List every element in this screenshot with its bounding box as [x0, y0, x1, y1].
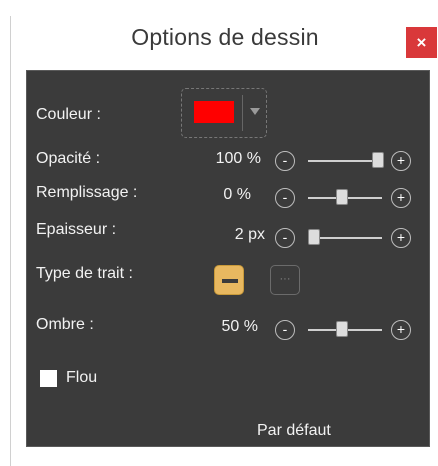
solid-stroke-button[interactable] — [214, 265, 244, 295]
blur-checkbox[interactable] — [40, 370, 57, 387]
opacity-decrease-button[interactable]: - — [275, 151, 295, 171]
top-strip — [0, 0, 438, 6]
thickness-decrease-button[interactable]: - — [275, 228, 295, 248]
title-bar: Options de dessin × — [11, 16, 438, 70]
dropdown-divider — [242, 95, 243, 131]
window-title: Options de dessin — [131, 24, 319, 50]
shadow-decrease-button[interactable]: - — [275, 320, 295, 340]
color-swatch — [194, 101, 234, 123]
dashed-stroke-button[interactable]: ··· — [270, 265, 300, 295]
thickness-value: 2 px — [234, 226, 265, 243]
chevron-down-icon[interactable] — [250, 108, 260, 115]
fill-slider-thumb[interactable] — [336, 189, 348, 205]
close-icon: × — [416, 33, 427, 52]
close-button[interactable]: × — [406, 27, 437, 58]
default-button[interactable]: Par défaut — [257, 422, 331, 440]
thickness-label: Epaisseur : — [36, 221, 117, 238]
stroke-type-label: Type de trait : — [36, 265, 133, 282]
shadow-slider-thumb[interactable] — [336, 321, 348, 337]
shadow-label: Ombre : — [36, 316, 94, 333]
shadow-value: 50 % — [221, 318, 258, 335]
thickness-slider-thumb[interactable] — [308, 229, 320, 245]
opacity-value: 100 % — [215, 150, 261, 167]
solid-line-icon — [222, 279, 238, 283]
color-picker[interactable] — [181, 88, 267, 138]
opacity-slider-thumb[interactable] — [372, 152, 384, 168]
opacity-label: Opacité : — [36, 150, 101, 167]
fill-decrease-button[interactable]: - — [275, 188, 295, 208]
color-label-text: Couleur : — [36, 106, 101, 123]
dashed-line-icon: ··· — [279, 273, 291, 285]
fill-label: Remplissage : — [36, 184, 138, 201]
opacity-increase-button[interactable]: + — [391, 151, 411, 171]
color-label: Couleur : — [36, 106, 101, 124]
opacity-slider-track[interactable] — [308, 160, 382, 162]
fill-increase-button[interactable]: + — [391, 188, 411, 208]
fill-value: 0 % — [223, 186, 251, 203]
shadow-increase-button[interactable]: + — [391, 320, 411, 340]
thickness-increase-button[interactable]: + — [391, 228, 411, 248]
blur-label: Flou — [66, 369, 98, 386]
